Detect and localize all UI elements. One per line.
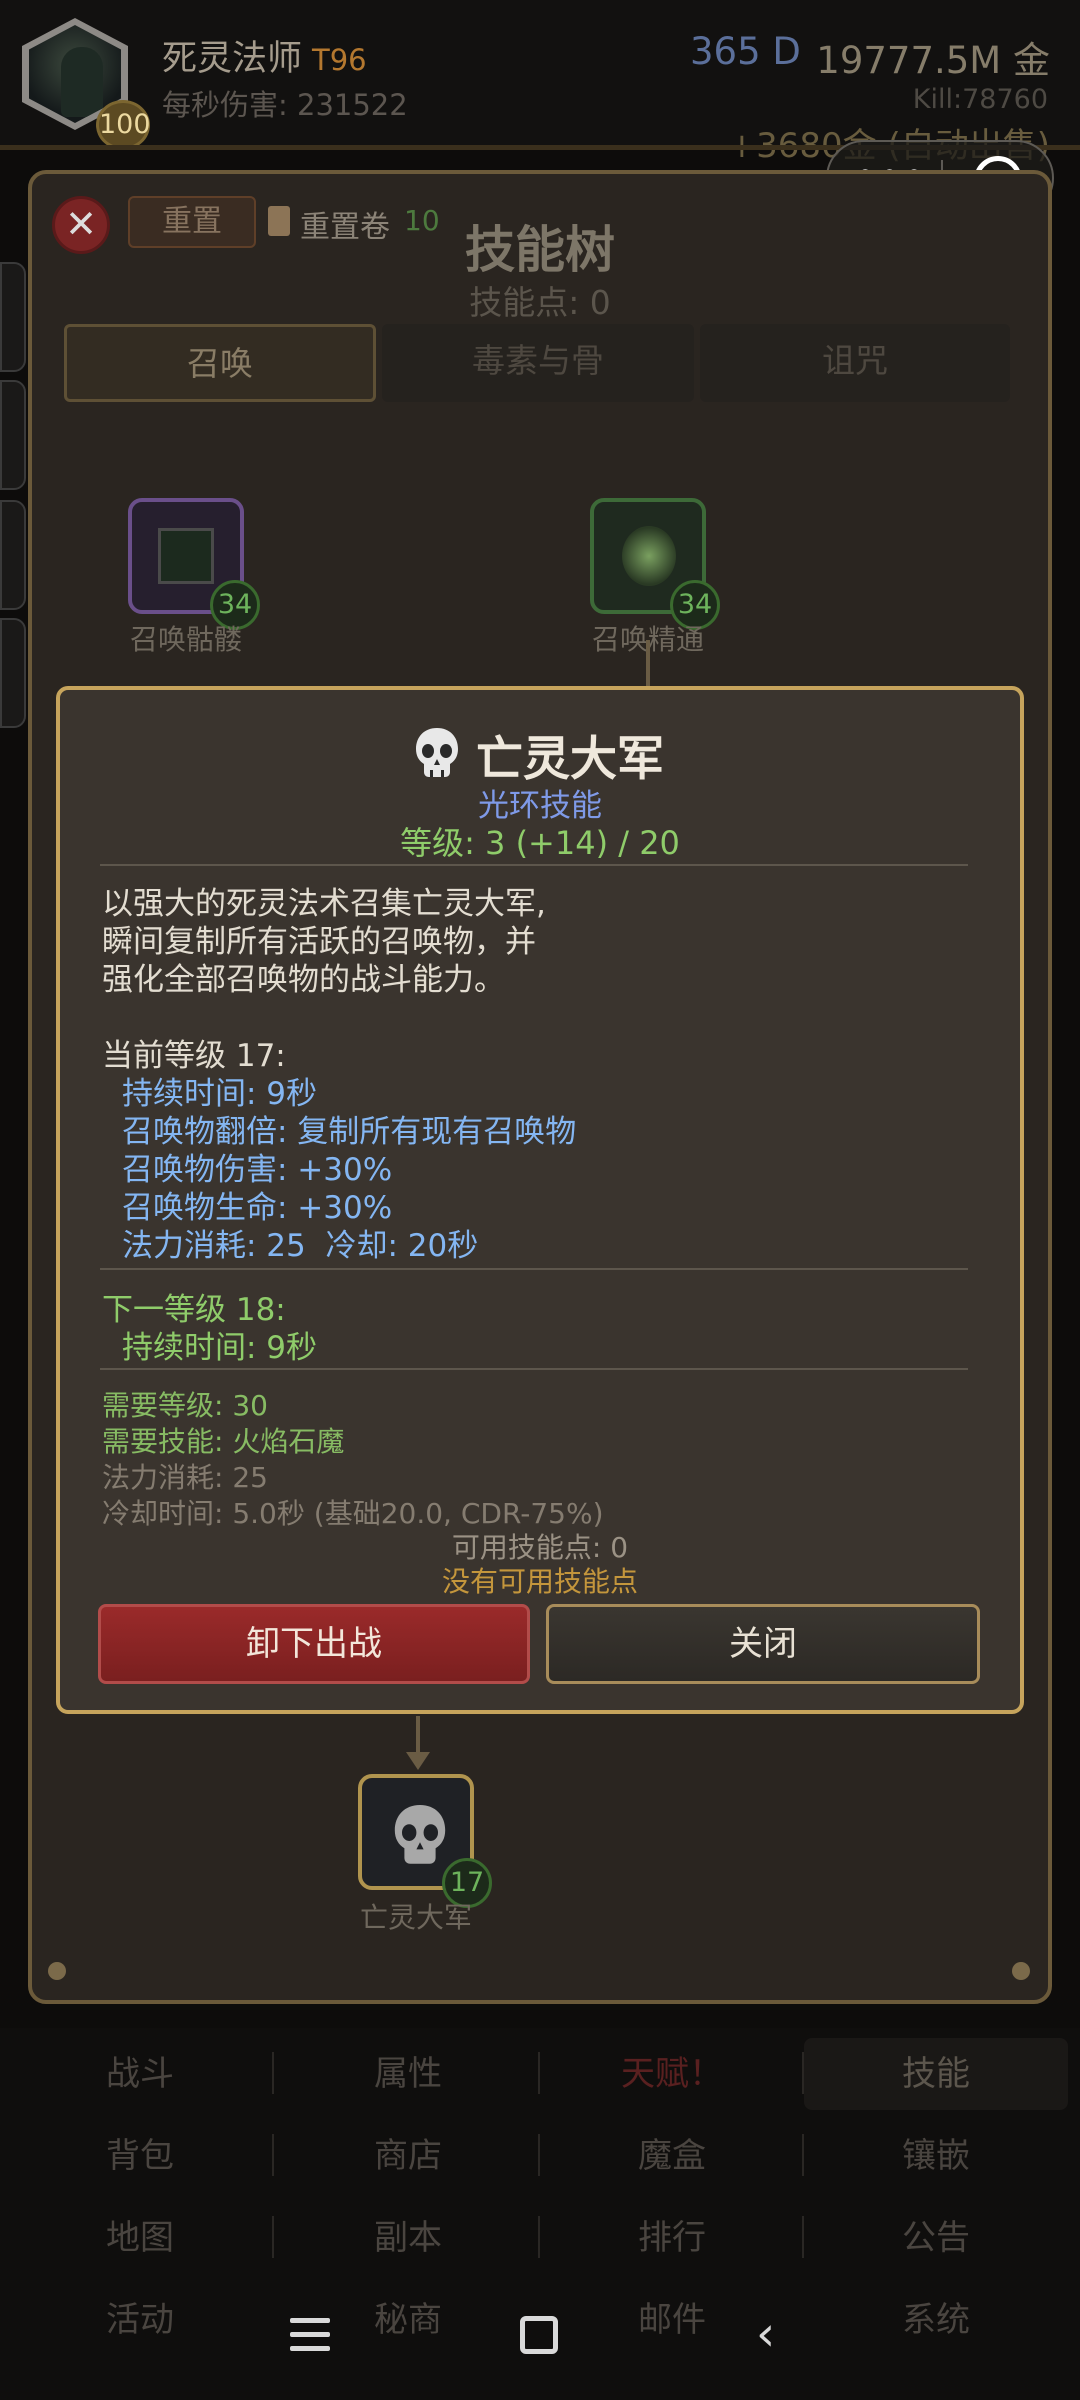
requirement-level: 需要等级: 30: [102, 1389, 268, 1422]
nav-talent[interactable]: 天赋！: [540, 2038, 804, 2110]
tab-summon[interactable]: 召唤: [64, 324, 376, 402]
nav-separator: [802, 2052, 804, 2094]
character-tier: T96: [312, 43, 367, 77]
section-divider: [100, 864, 968, 866]
panel-rivet: [1012, 1962, 1030, 1980]
close-button[interactable]: 关闭: [546, 1604, 980, 1684]
top-status-bar: 100 死灵法师 T96 每秒伤害: 231522 365 D 19777.5M …: [0, 0, 1080, 166]
nav-separator: [538, 2052, 540, 2094]
gold-amount: 19777.5M 金: [816, 39, 1050, 82]
green-skull-icon: [622, 526, 676, 586]
panel-rivet: [48, 1962, 66, 1980]
current-stat: 法力消耗: 25 冷却: 20秒: [122, 1228, 479, 1264]
background-panel-stub: [0, 618, 26, 728]
recent-apps-icon[interactable]: [290, 2318, 330, 2352]
nav-ranking[interactable]: 排行: [540, 2202, 804, 2274]
days-counter: 365 D: [690, 30, 801, 73]
requirement-skill: 需要技能: 火焰石魔: [102, 1425, 345, 1458]
nav-separator: [538, 2134, 540, 2176]
character-avatar[interactable]: 100: [22, 18, 151, 150]
tree-connector: [416, 1716, 420, 1754]
skill-level-text: 等级: 3 (+14) / 20: [400, 824, 680, 862]
nav-battle[interactable]: 战斗: [8, 2038, 272, 2110]
skill-node-label: 召唤骷髅: [129, 623, 242, 656]
skull-icon: [416, 728, 458, 777]
nav-dungeon[interactable]: 副本: [276, 2202, 540, 2274]
background-panel-stub: [0, 380, 26, 490]
character-level-badge: 100: [96, 100, 151, 150]
nav-map[interactable]: 地图: [8, 2202, 272, 2274]
mana-cost-text: 法力消耗: 25: [102, 1461, 268, 1494]
skill-node-label: 亡灵大军: [359, 1901, 472, 1934]
back-icon[interactable]: ‹: [756, 2310, 790, 2358]
nav-events[interactable]: 活动: [8, 2284, 272, 2356]
nav-magic-box[interactable]: 魔盒: [540, 2120, 804, 2192]
nav-skills[interactable]: 技能: [804, 2038, 1068, 2110]
home-icon[interactable]: [520, 2316, 558, 2354]
character-class-label: 死灵法师: [162, 39, 303, 79]
nav-shop[interactable]: 商店: [276, 2120, 540, 2192]
skill-points-readout: 技能点: 0: [469, 283, 611, 322]
nav-separator: [272, 2216, 274, 2258]
character-name: 死灵法师 T96: [162, 30, 367, 81]
skill-tree-title: 技能树: [465, 221, 615, 279]
nav-inlay[interactable]: 镶嵌: [804, 2120, 1068, 2192]
nav-separator: [538, 2216, 540, 2258]
nav-separator: [272, 2134, 274, 2176]
nav-backpack[interactable]: 背包: [8, 2120, 272, 2192]
nav-separator: [272, 2052, 274, 2094]
no-skill-points-warning: 没有可用技能点: [441, 1565, 638, 1598]
skeleton-portrait-icon: [158, 528, 214, 584]
background-panel-stub: [0, 500, 26, 610]
section-divider: [100, 1268, 968, 1270]
nav-separator: [802, 2216, 804, 2258]
section-divider: [100, 1368, 968, 1370]
tree-connector: [646, 640, 650, 688]
necromancer-portrait-icon: [61, 47, 103, 117]
nav-announcement[interactable]: 公告: [804, 2202, 1068, 2274]
unequip-button[interactable]: 卸下出战: [98, 1604, 530, 1684]
kill-counter: Kill:78760: [912, 84, 1048, 115]
skill-description-line: 强化全部召唤物的战斗能力。: [102, 962, 505, 998]
skull-icon: [394, 1805, 446, 1864]
nav-attributes[interactable]: 属性: [276, 2038, 540, 2110]
next-stat: 持续时间: 9秒: [122, 1330, 318, 1366]
tree-arrow: [406, 1752, 430, 1770]
tab-poison-bone[interactable]: 毒素与骨: [382, 324, 694, 402]
nav-separator: [802, 2134, 804, 2176]
tab-curse[interactable]: 诅咒: [700, 324, 1010, 402]
nav-system[interactable]: 系统: [804, 2284, 1068, 2356]
skill-detail-title: 亡灵大军: [476, 732, 664, 787]
dps-readout: 每秒伤害: 231522: [162, 88, 408, 122]
